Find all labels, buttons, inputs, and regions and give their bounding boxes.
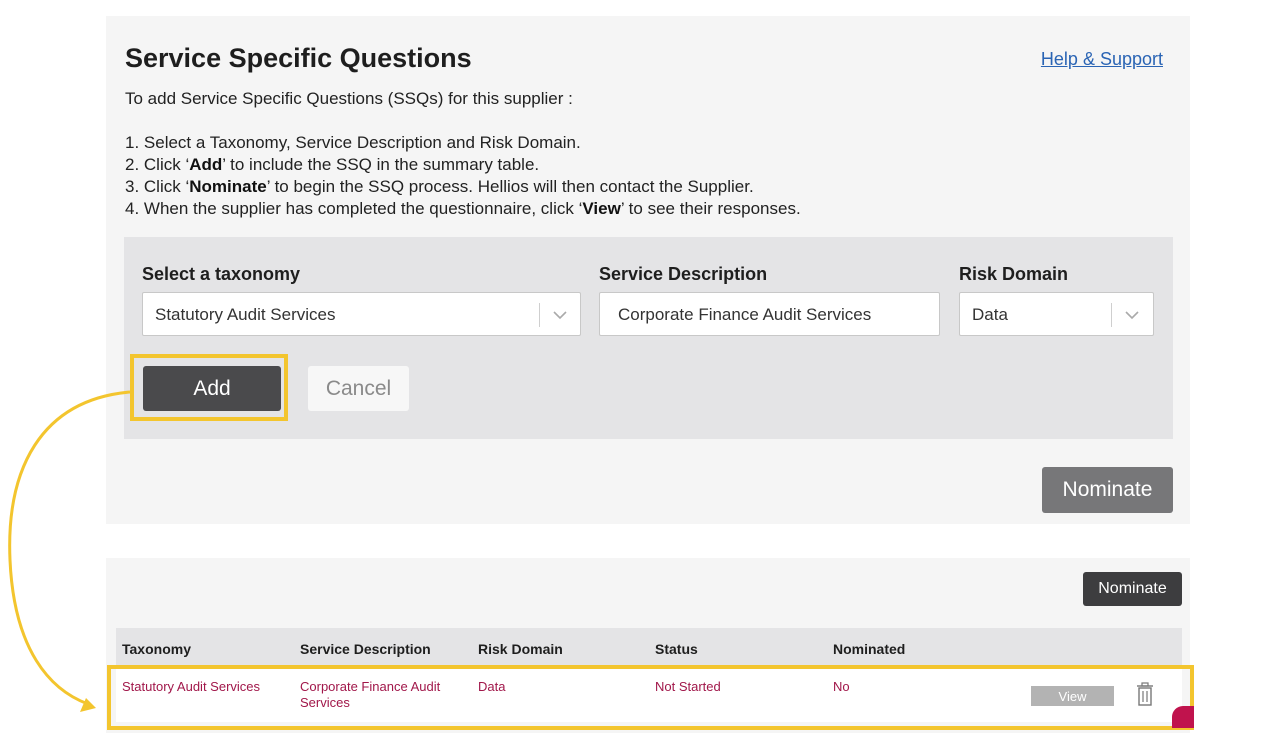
select-separator: [1111, 303, 1112, 327]
table-row-highlight: [107, 665, 1194, 730]
cancel-button[interactable]: Cancel: [308, 366, 409, 411]
risk-domain-value: Data: [972, 305, 1008, 324]
step-2: 2. Click ‘Add’ to include the SSQ in the…: [125, 155, 540, 174]
risk-domain-label: Risk Domain: [959, 264, 1069, 284]
service-description-label: Service Description: [599, 264, 768, 284]
column-header-taxonomy: Taxonomy: [122, 641, 191, 657]
chevron-down-icon[interactable]: [550, 303, 570, 327]
step-3: 3. Click ‘Nominate’ to begin the SSQ pro…: [125, 177, 754, 196]
taxonomy-select[interactable]: Statutory Audit Services: [142, 292, 581, 336]
nominate-button[interactable]: Nominate: [1042, 467, 1173, 513]
help-support-link[interactable]: Help & Support: [1041, 49, 1163, 70]
service-description-field[interactable]: Corporate Finance Audit Services: [599, 292, 940, 336]
page-title: Service Specific Questions: [125, 43, 472, 73]
intro-text: To add Service Specific Questions (SSQs)…: [125, 89, 573, 108]
column-header-service-description: Service Description: [300, 641, 431, 657]
instructions-list: 1. Select a Taxonomy, Service Descriptio…: [125, 132, 801, 220]
column-header-risk-domain: Risk Domain: [478, 641, 563, 657]
taxonomy-value: Statutory Audit Services: [155, 305, 336, 324]
column-header-status: Status: [655, 641, 698, 657]
chat-badge-icon[interactable]: [1172, 706, 1194, 728]
step-1: 1. Select a Taxonomy, Service Descriptio…: [125, 133, 581, 152]
chevron-down-icon[interactable]: [1122, 303, 1142, 327]
column-header-nominated: Nominated: [833, 641, 906, 657]
select-separator: [539, 303, 540, 327]
risk-domain-select[interactable]: Data: [959, 292, 1154, 336]
table-header: Taxonomy Service Description Risk Domain…: [116, 628, 1182, 666]
summary-nominate-button[interactable]: Nominate: [1083, 572, 1182, 606]
step-4: 4. When the supplier has completed the q…: [125, 199, 801, 218]
add-button-highlight: [130, 354, 288, 421]
ssq-panel: Service Specific Questions Help & Suppor…: [106, 16, 1190, 524]
arrow-head: [80, 698, 96, 712]
taxonomy-label: Select a taxonomy: [142, 264, 301, 284]
